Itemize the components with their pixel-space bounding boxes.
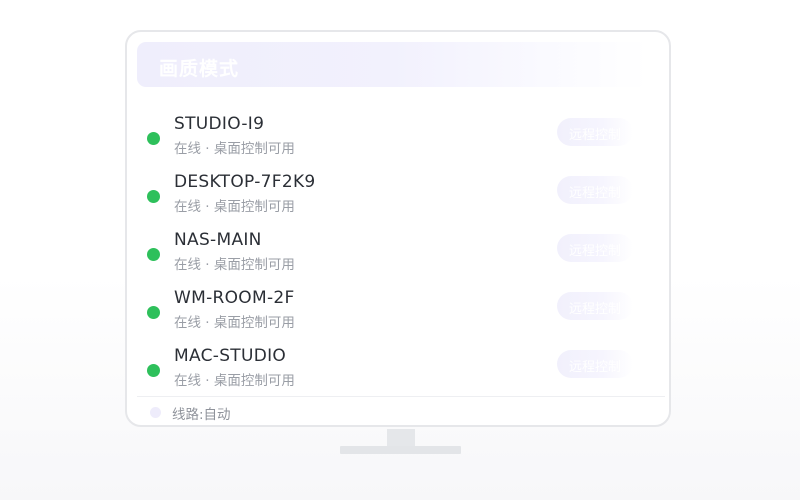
device-name: MAC-STUDIO xyxy=(174,346,287,366)
device-row[interactable]: NAS-MAIN 在线 · 桌面控制可用 远程控制 xyxy=(127,228,669,278)
device-row[interactable]: WM-ROOM-2F 在线 · 桌面控制可用 远程控制 xyxy=(127,286,669,336)
remote-control-button[interactable]: 远程控制 xyxy=(557,234,633,262)
device-status: 在线 · 桌面控制可用 xyxy=(174,257,295,273)
monitor-screen: 画质模式 STUDIO-I9 在线 · 桌面控制可用 远程控制 DESKTOP-… xyxy=(125,30,671,427)
device-name: DESKTOP-7F2K9 xyxy=(174,172,316,192)
remote-control-button-label: 远程控制 xyxy=(569,360,622,375)
device-status: 在线 · 桌面控制可用 xyxy=(174,315,295,331)
route-dot-icon xyxy=(150,407,161,418)
remote-control-button-label: 远程控制 xyxy=(569,244,622,259)
device-row[interactable]: DESKTOP-7F2K9 在线 · 桌面控制可用 远程控制 xyxy=(127,170,669,220)
online-status-dot-icon xyxy=(147,364,160,377)
remote-control-button-label: 远程控制 xyxy=(569,186,622,201)
device-name: WM-ROOM-2F xyxy=(174,288,295,308)
remote-control-button[interactable]: 远程控制 xyxy=(557,118,633,146)
device-row[interactable]: STUDIO-I9 在线 · 桌面控制可用 远程控制 xyxy=(127,112,669,162)
header-title: 画质模式 xyxy=(159,58,240,80)
online-status-dot-icon xyxy=(147,190,160,203)
remote-control-button[interactable]: 远程控制 xyxy=(557,350,633,378)
monitor-stand-neck xyxy=(387,429,415,446)
device-row[interactable]: MAC-STUDIO 在线 · 桌面控制可用 远程控制 xyxy=(127,344,669,394)
remote-control-button-label: 远程控制 xyxy=(569,128,622,143)
online-status-dot-icon xyxy=(147,248,160,261)
quality-mode-header[interactable]: 画质模式 xyxy=(137,42,649,87)
remote-control-button-label: 远程控制 xyxy=(569,302,622,317)
device-status: 在线 · 桌面控制可用 xyxy=(174,199,295,215)
remote-control-button[interactable]: 远程控制 xyxy=(557,292,633,320)
footer-divider xyxy=(137,396,665,397)
device-status: 在线 · 桌面控制可用 xyxy=(174,141,295,157)
remote-control-button[interactable]: 远程控制 xyxy=(557,176,633,204)
online-status-dot-icon xyxy=(147,306,160,319)
online-status-dot-icon xyxy=(147,132,160,145)
monitor-stand-base xyxy=(340,446,461,454)
route-label[interactable]: 线路:自动 xyxy=(172,403,231,423)
device-name: STUDIO-I9 xyxy=(174,114,265,134)
device-status: 在线 · 桌面控制可用 xyxy=(174,373,295,389)
device-name: NAS-MAIN xyxy=(174,230,262,250)
